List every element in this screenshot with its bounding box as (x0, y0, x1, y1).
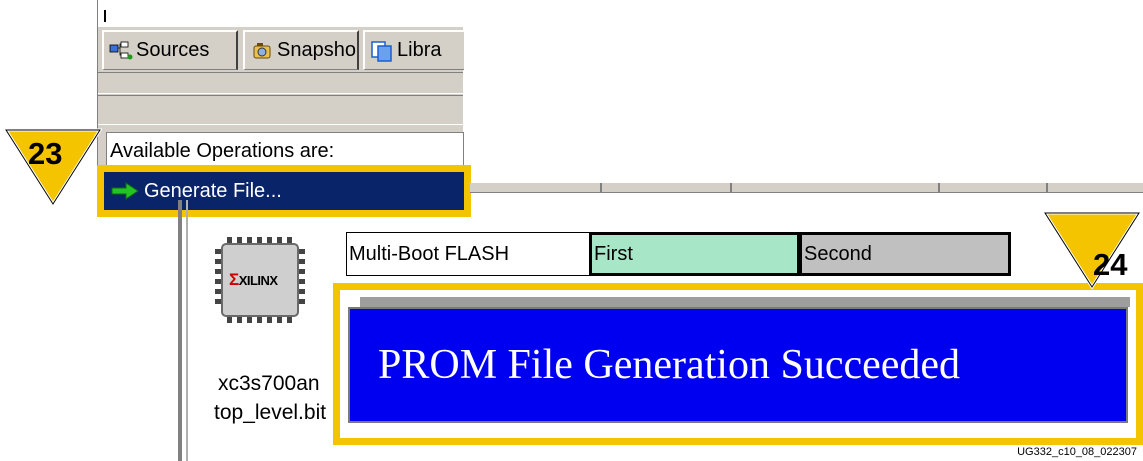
multiboot-flash-cell: Multi-Boot FLASH (346, 232, 590, 276)
generate-file-item[interactable]: Generate File... (104, 172, 464, 210)
tab-libraries-label: Libra (397, 39, 442, 61)
callout-23: 23 (4, 128, 102, 206)
tab-sources[interactable]: Sources (102, 30, 238, 70)
device-name: xc3s700an (218, 372, 320, 395)
panel-tab-bar: Sources Snapsho Libra (98, 27, 464, 73)
xilinx-logo: ΣXILINX (229, 270, 278, 289)
figure-code: UG332_c10_08_022307 (1017, 446, 1137, 458)
second-image-cell[interactable]: Second (799, 232, 1011, 276)
success-banner-shadow (360, 297, 1130, 307)
toolbar-band-lower (98, 95, 463, 125)
callout-24: 24 (1043, 211, 1141, 289)
green-arrow-icon (110, 181, 140, 201)
column-header-strip (470, 183, 1143, 193)
bitfile-name: top_level.bit (214, 401, 327, 424)
content-left-border-inner (186, 200, 188, 461)
snapshot-icon (250, 40, 274, 62)
toolbar-band (98, 74, 463, 94)
generate-file-label: Generate File... (144, 179, 282, 202)
first-image-cell[interactable]: First (589, 232, 800, 276)
tab-sources-label: Sources (136, 39, 210, 61)
panel-top-gap (98, 0, 463, 27)
libraries-icon (370, 40, 394, 62)
operations-label: Available Operations are: (110, 140, 335, 162)
sources-icon (109, 40, 133, 62)
content-left-border (178, 200, 182, 461)
tab-libraries[interactable]: Libra (363, 30, 464, 70)
tab-snapshots[interactable]: Snapsho (243, 30, 359, 70)
fpga-chip-icon: ΣXILINX (215, 237, 305, 323)
ise-panel: Sources Snapsho Libra Available Operatio… (97, 0, 464, 190)
callout-23-number: 23 (28, 136, 63, 171)
tab-snapshots-label: Snapsho (277, 39, 356, 61)
panel-divider-tick (104, 10, 106, 22)
callout-24-number: 24 (1093, 247, 1128, 282)
prom-success-banner: PROM File Generation Succeeded (348, 307, 1128, 423)
